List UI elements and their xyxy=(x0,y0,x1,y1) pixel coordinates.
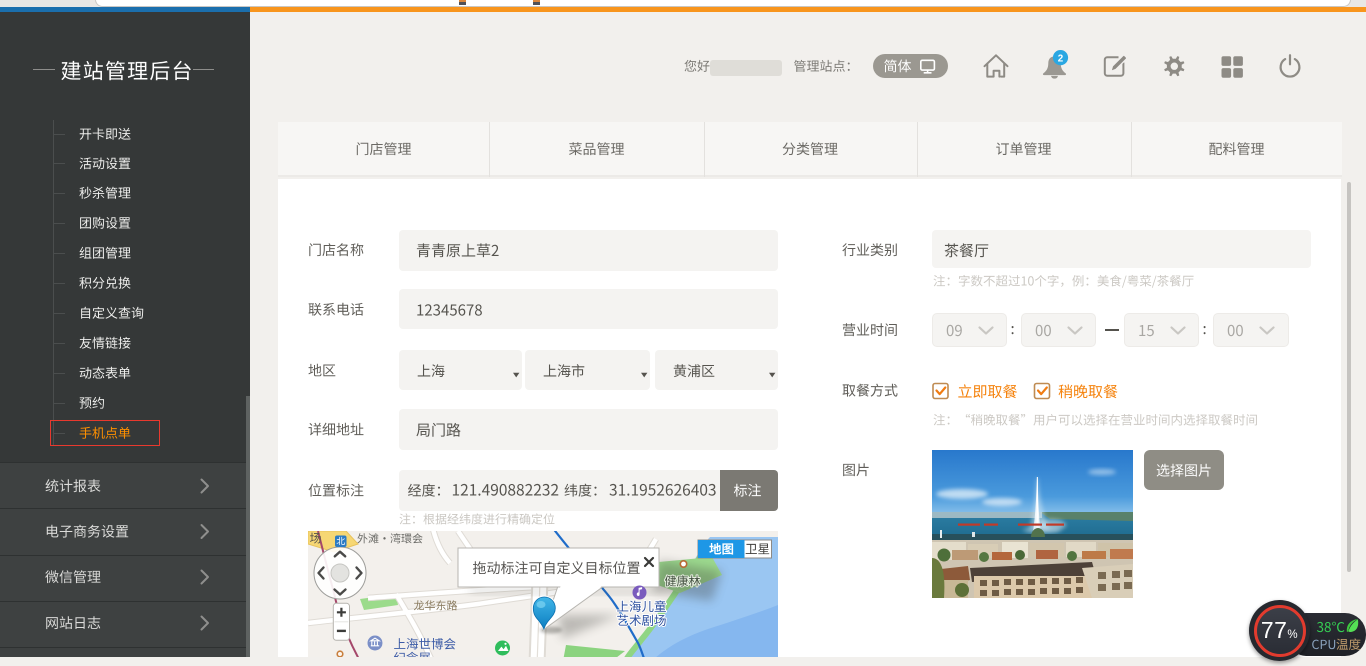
svg-text:2: 2 xyxy=(1058,53,1064,64)
